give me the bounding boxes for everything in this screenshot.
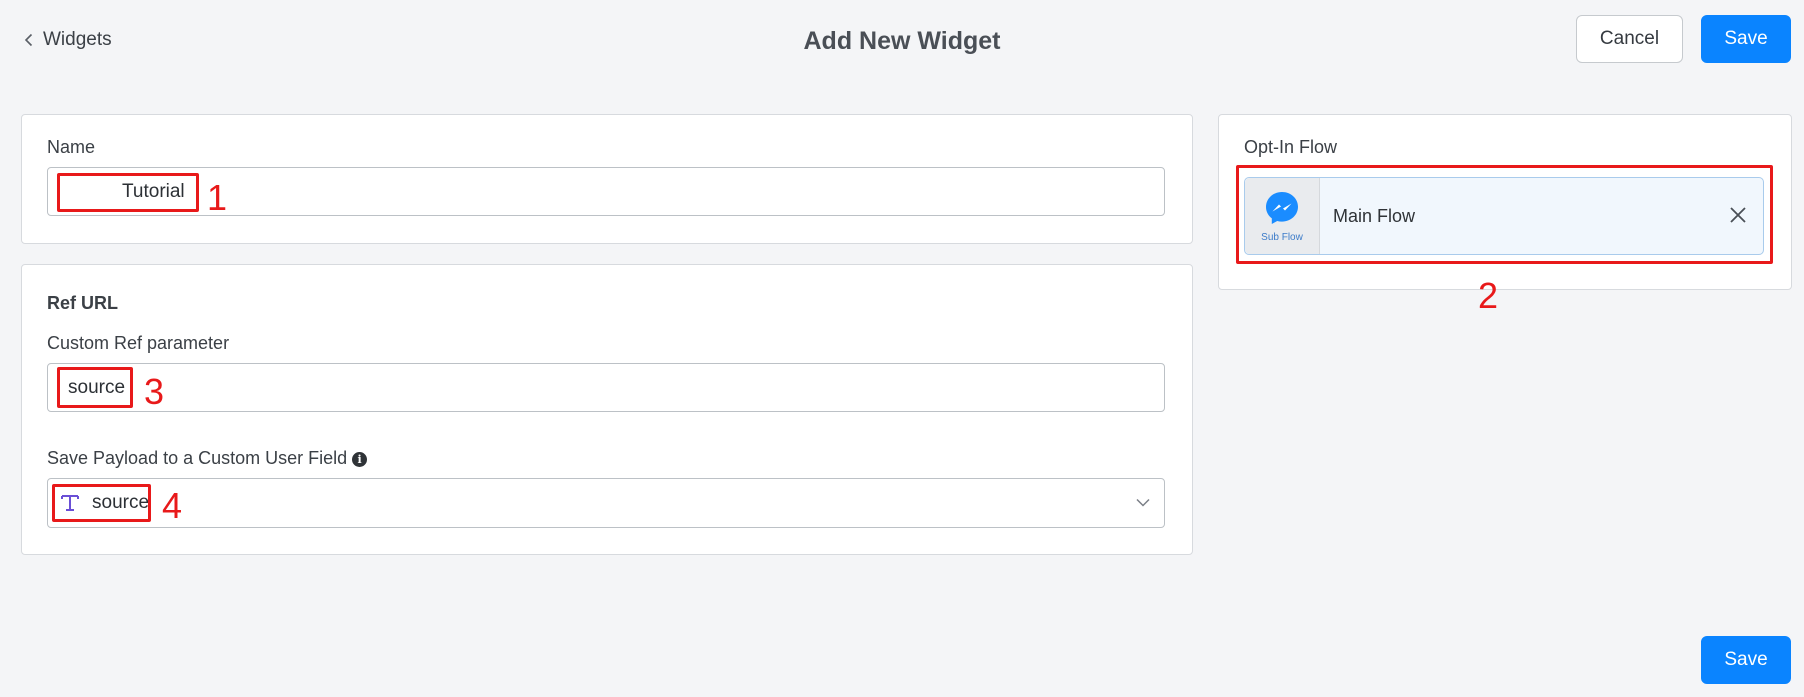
opt-in-flow-label: Opt-In Flow [1244,137,1338,157]
ref-url-title: Ref URL [47,293,118,313]
cancel-button[interactable]: Cancel [1576,15,1683,63]
save-payload-label-text: Save Payload to a Custom User Field [47,448,348,468]
annotation-number-3: 3 [144,371,165,412]
chevron-down-icon [1136,498,1150,507]
annotation-number-2: 2 [1478,275,1499,316]
selected-flow[interactable]: Sub Flow Main Flow [1244,177,1764,255]
annotation-number-4: 4 [162,485,183,526]
flow-type-label: Sub Flow [1261,231,1303,243]
close-icon[interactable] [1729,206,1747,224]
save-payload-label: Save Payload to a Custom User Field i [47,448,368,469]
text-field-icon [61,495,79,511]
info-icon[interactable]: i [352,452,368,467]
custom-ref-param-label: Custom Ref parameter [47,333,230,353]
custom-ref-param-input[interactable]: source [47,363,1165,412]
save-button-top[interactable]: Save [1701,15,1791,63]
custom-user-field-select[interactable]: source [47,478,1165,528]
custom-ref-param-value: source [68,376,126,398]
messenger-icon [1266,191,1298,224]
page-title: Add New Widget [803,27,1001,55]
save-button-bottom[interactable]: Save [1701,636,1791,684]
name-input-value: Tutorial [122,180,185,203]
flow-icon-cell: Sub Flow [1245,178,1320,254]
annotation-number-1: 1 [207,177,228,218]
name-label: Name [47,137,96,157]
custom-user-field-value: source [92,492,150,513]
flow-name: Main Flow [1333,205,1416,226]
